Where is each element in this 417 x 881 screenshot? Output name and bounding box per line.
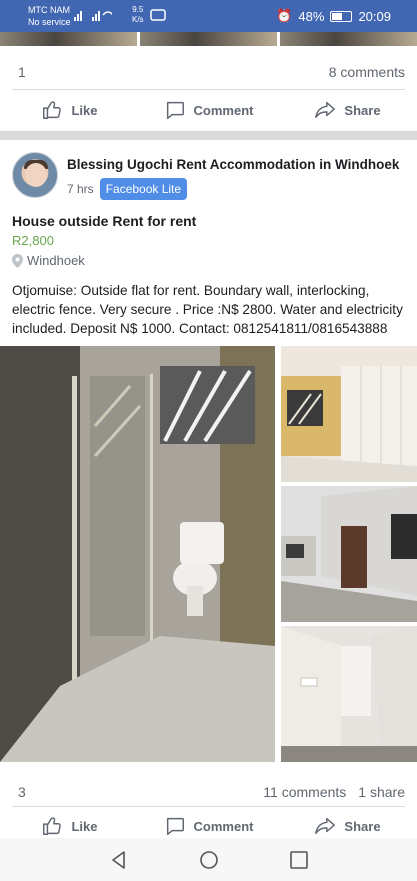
thumbs-up-icon <box>43 101 62 119</box>
comment-button[interactable]: Comment <box>139 90 278 130</box>
post-meta: 7 hrs Facebook Lite <box>67 178 188 200</box>
photo-thumb[interactable] <box>0 32 137 46</box>
back-icon[interactable] <box>109 850 129 870</box>
recents-icon[interactable] <box>289 850 309 870</box>
share-button[interactable]: Share <box>278 90 417 130</box>
listing-photo-bathroom[interactable] <box>0 346 275 762</box>
app-badge: Facebook Lite <box>99 178 188 200</box>
location-pin-icon <box>12 253 23 268</box>
avatar[interactable] <box>12 152 58 198</box>
comment-count[interactable]: 11 comments <box>263 784 346 800</box>
carrier-name: MTC NAM <box>28 5 70 15</box>
alarm-icon: ⏰ <box>276 8 293 23</box>
status-right: ⏰ 48% 20:09 <box>276 8 391 24</box>
clock: 20:09 <box>358 8 391 24</box>
previous-post-actions: Like Comment Share <box>0 90 417 130</box>
status-bar: MTC NAM No service 9.5 K/s ⏰ 48% 20:09 <box>0 0 417 32</box>
listing-photo-exterior[interactable] <box>281 486 417 622</box>
comment-icon <box>166 101 184 119</box>
battery-percent: 48% <box>298 8 325 24</box>
messenger-icon <box>150 9 166 21</box>
post-time[interactable]: 7 hrs <box>67 182 94 196</box>
post-author[interactable]: Blessing Ugochi Rent Accommodation in Wi… <box>67 157 399 172</box>
system-nav-bar <box>0 838 417 881</box>
thumbs-up-icon <box>43 817 62 835</box>
previous-post-counts: 1 8 comments <box>0 52 417 92</box>
listing-title[interactable]: House outside Rent for rent <box>12 213 196 229</box>
reaction-count[interactable]: 1 <box>18 64 26 80</box>
home-icon[interactable] <box>199 850 219 870</box>
reaction-count[interactable]: 3 <box>18 784 26 800</box>
carrier-info: MTC NAM No service <box>28 4 71 28</box>
like-button[interactable]: Like <box>0 90 139 130</box>
listing-photo-side[interactable] <box>281 626 417 762</box>
post-separator <box>0 131 417 140</box>
listing-photo-room[interactable] <box>281 346 417 482</box>
listing-price: R2,800 <box>12 233 54 248</box>
comment-icon <box>166 817 184 835</box>
carrier-status: No service <box>28 17 71 27</box>
share-count[interactable]: 1 share <box>358 784 405 800</box>
post-description: Otjomuise: Outside flat for rent. Bounda… <box>12 283 403 336</box>
signal-icon <box>74 11 112 21</box>
comment-count[interactable]: 8 comments <box>329 64 405 80</box>
previous-post-photos[interactable] <box>0 32 417 46</box>
network-speed: 9.5 K/s <box>132 5 144 24</box>
share-icon <box>315 101 336 119</box>
battery-icon <box>330 10 353 22</box>
photo-thumb[interactable] <box>140 32 277 46</box>
share-icon <box>315 817 336 835</box>
photo-thumb[interactable] <box>280 32 417 46</box>
listing-location: Windhoek <box>12 253 85 268</box>
